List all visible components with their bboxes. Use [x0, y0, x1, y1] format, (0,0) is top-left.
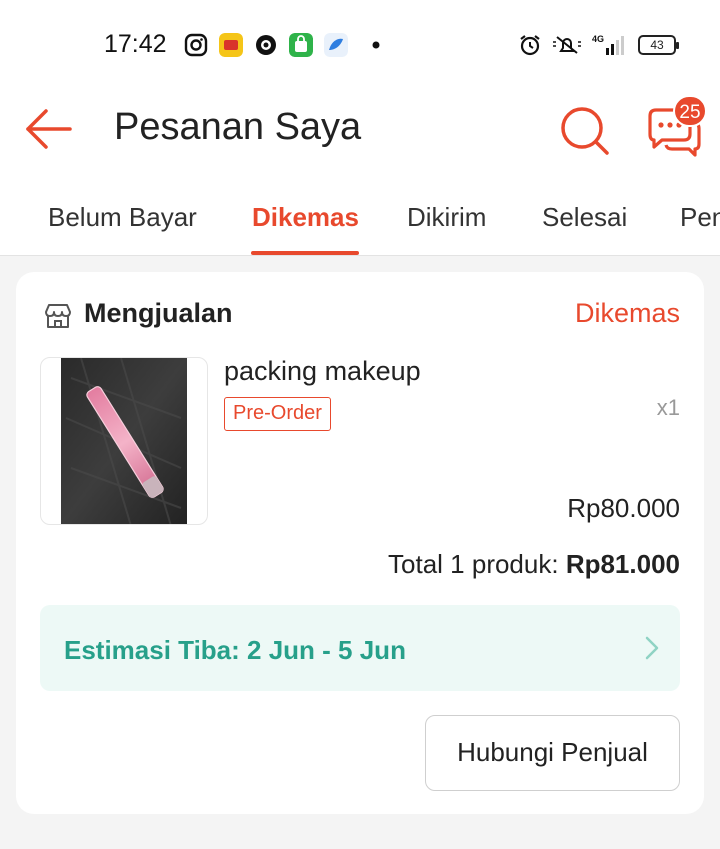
product-image[interactable]: [40, 357, 208, 525]
product-name[interactable]: packing makeup: [224, 356, 421, 387]
tab-belum-bayar[interactable]: Belum Bayar: [48, 202, 197, 233]
bird-app-icon: [324, 33, 348, 57]
app-header: Pesanan Saya: [0, 88, 720, 172]
dana-icon: [219, 33, 243, 57]
product-photo: [61, 358, 187, 524]
total-label: Total 1 produk:: [388, 549, 566, 579]
status-time: 17:42: [104, 30, 167, 58]
tab-dikirim[interactable]: Dikirim: [407, 202, 486, 233]
status-right-icons: 4G 43: [518, 33, 679, 57]
order-status-label: Dikemas: [574, 298, 680, 328]
order-total: Total 1 produk: Rp81.000: [388, 549, 680, 580]
order-status-tabs: Belum Bayar Dikemas Dikirim Selesai Peng…: [0, 172, 720, 256]
ojek-icon: [256, 35, 276, 55]
chevron-right-icon: [645, 636, 659, 660]
product-quantity: x1: [656, 395, 680, 420]
search-icon[interactable]: [556, 102, 612, 158]
preorder-badge: Pre-Order: [224, 397, 331, 431]
mute-icon: [553, 36, 581, 54]
total-amount: Rp81.000: [565, 549, 680, 579]
alarm-icon: [520, 35, 540, 56]
store-icon: [45, 304, 71, 328]
bag-app-icon: [289, 33, 313, 57]
battery-icon: 43: [638, 35, 679, 55]
tab-pengembalian[interactable]: Pengembalian: [680, 202, 720, 233]
store-name[interactable]: Mengjualan: [84, 298, 233, 329]
instagram-icon: [184, 33, 208, 57]
active-tab-indicator: [251, 251, 359, 255]
tab-dikemas[interactable]: Dikemas: [252, 202, 359, 233]
status-bar: 17:42 4G 43: [0, 0, 720, 88]
page-title: Pesanan Saya: [114, 106, 362, 148]
contact-seller-button[interactable]: Hubungi Penjual: [425, 715, 680, 791]
svg-text:4G: 4G: [592, 34, 604, 44]
chat-unread-badge: 25: [673, 95, 707, 127]
notification-dot-icon: [372, 41, 380, 49]
product-price: Rp80.000: [567, 493, 680, 523]
back-arrow-icon[interactable]: [24, 106, 74, 152]
tab-selesai[interactable]: Selesai: [542, 202, 627, 233]
order-card[interactable]: Mengjualan Dikemas packing makeup Pre-Or…: [16, 272, 704, 814]
signal-4g-icon: 4G: [592, 34, 624, 55]
delivery-estimate-text: Estimasi Tiba: 2 Jun - 5 Jun: [64, 635, 406, 665]
delivery-estimate-banner[interactable]: Estimasi Tiba: 2 Jun - 5 Jun: [40, 605, 680, 691]
